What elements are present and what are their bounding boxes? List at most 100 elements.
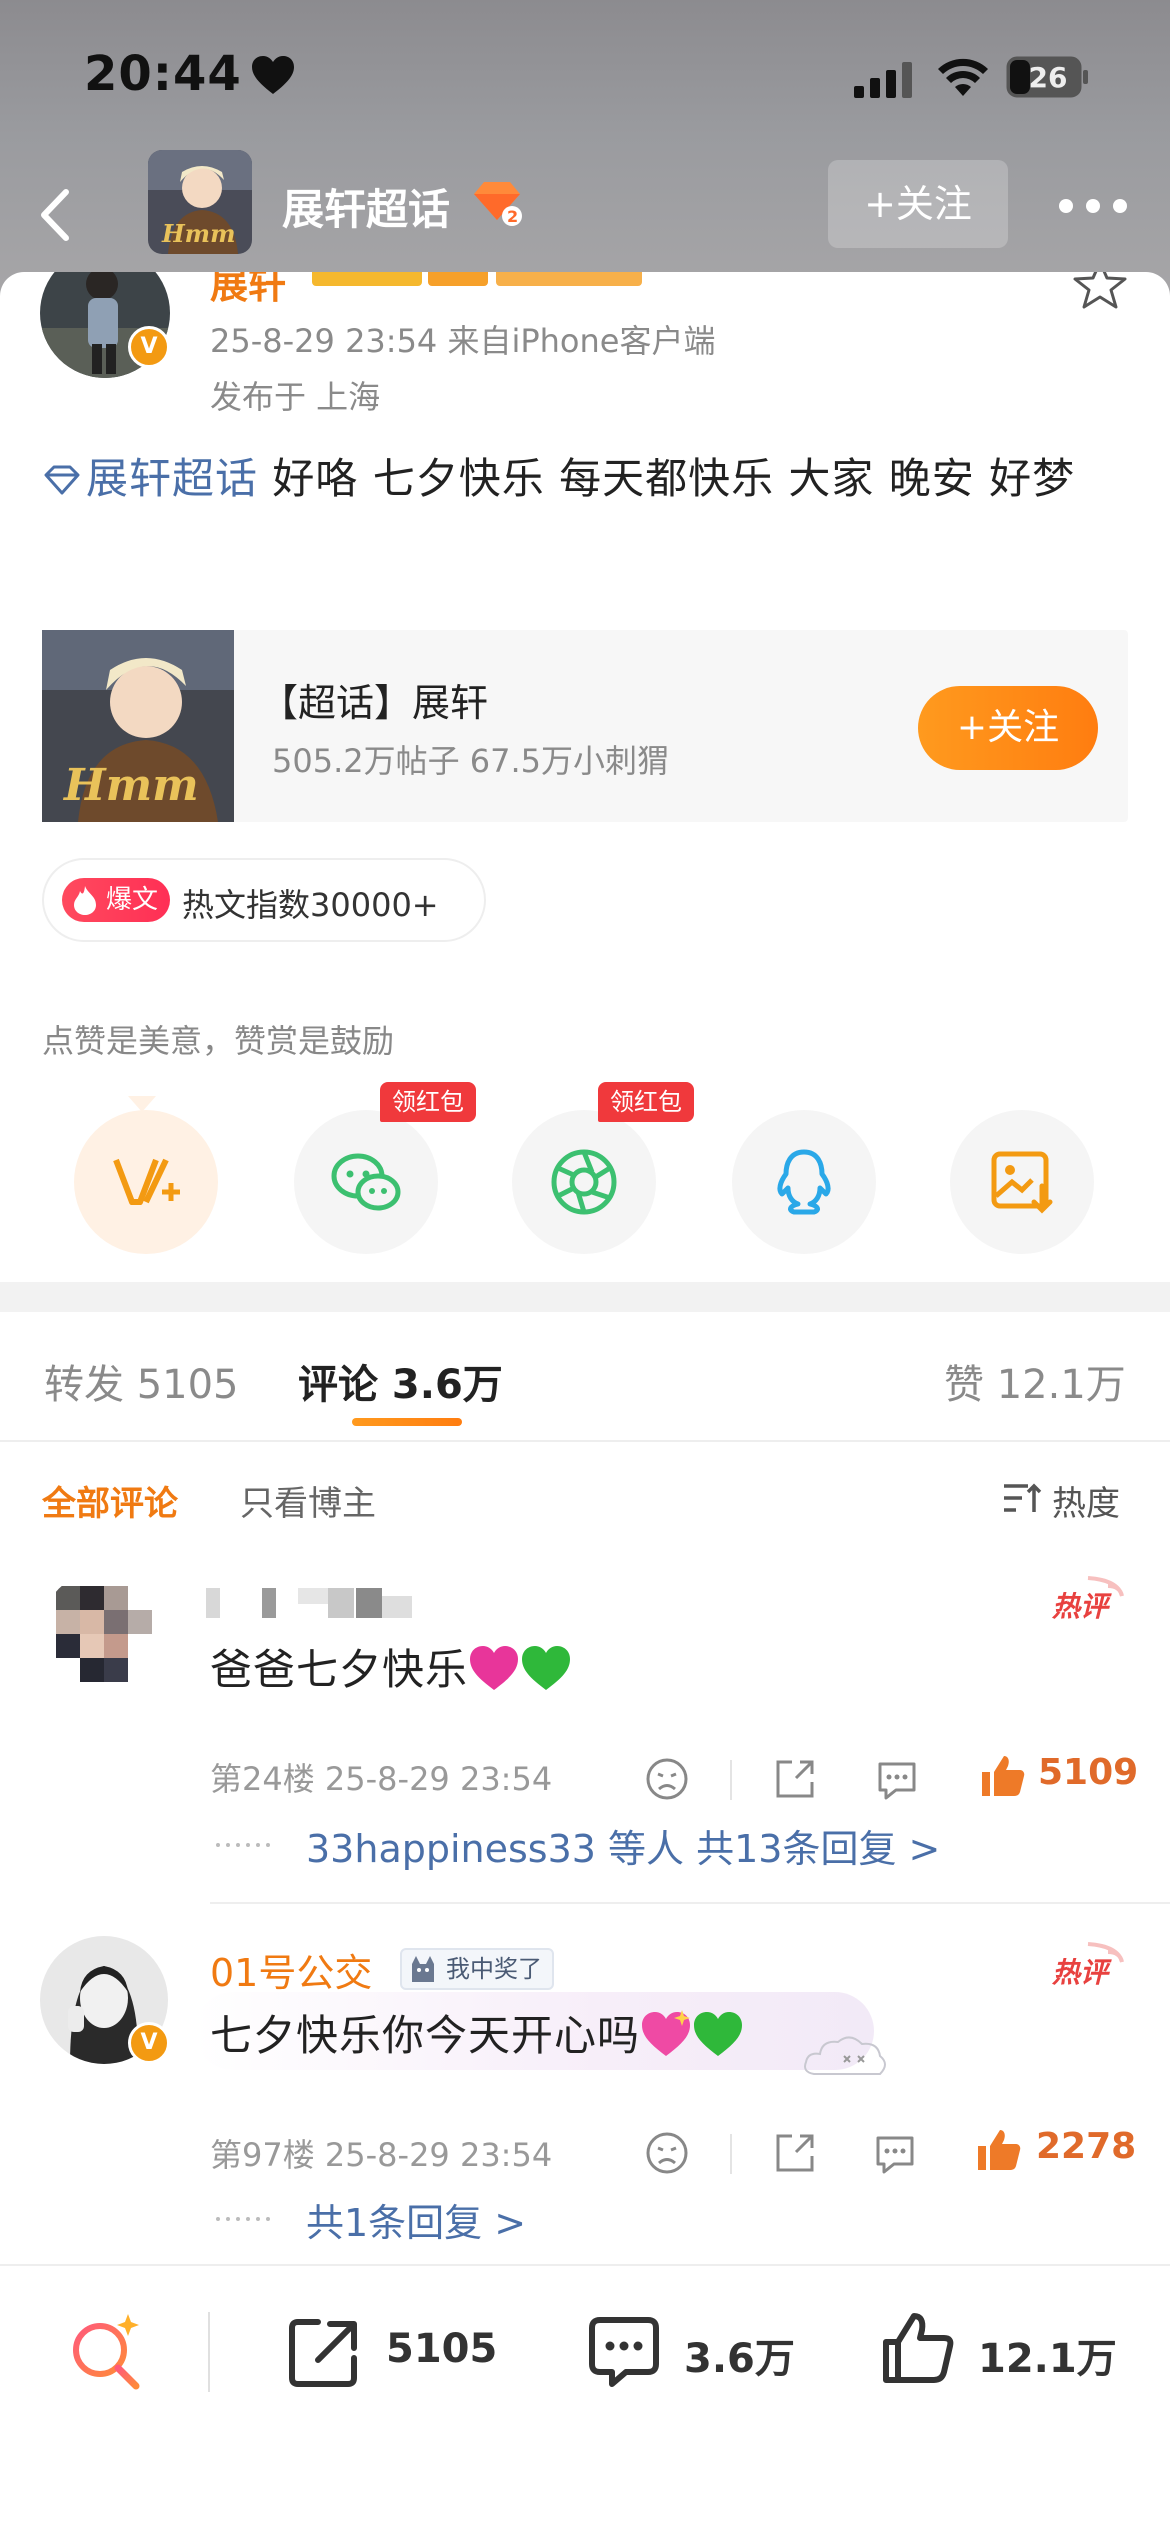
reply-dots <box>216 1843 270 1847</box>
share-wechat-button[interactable] <box>294 1110 438 1254</box>
signal-icon <box>854 62 912 98</box>
topic-link[interactable]: 展轩超话 <box>42 454 258 503</box>
status-time: 20:44 <box>84 46 242 102</box>
tab-active-indicator <box>352 1418 462 1426</box>
comment-meta: 第24楼 25-8-29 23:54 <box>210 1760 553 1798</box>
reply-comment-icon[interactable] <box>872 2130 918 2176</box>
dislike-face-icon[interactable] <box>644 1756 690 1802</box>
hot-index-text: 热文指数30000+ <box>182 886 439 924</box>
pink-heart-emoji-icon <box>470 1646 519 1690</box>
comment-replies-link[interactable]: 共1条回复 > <box>306 2192 526 2247</box>
qq-penguin-icon <box>777 1149 831 1215</box>
sort-icon[interactable] <box>1002 1482 1042 1516</box>
comment-meta: 第97楼 25-8-29 23:54 <box>210 2136 553 2174</box>
comment-text: 七夕快乐你今天开心吗 <box>210 2002 744 2063</box>
post-location: 发布于 上海 <box>210 378 381 416</box>
bottom-comment-count[interactable]: 3.6万 <box>684 2326 795 2384</box>
post-card: V 展轩 25-8-29 23:54 来自iPhone客户端 发布于 上海 展轩… <box>0 272 1170 2532</box>
share-qq-button[interactable] <box>732 1110 876 1254</box>
bottom-repost-count[interactable]: 5105 <box>386 2326 497 2372</box>
bottom-action-bar: 5105 3.6万 12.1万 <box>0 2264 1170 2532</box>
comment-bubble-icon[interactable] <box>586 2314 662 2390</box>
share-comment-icon[interactable] <box>772 1756 818 1802</box>
diamond-icon <box>44 465 80 495</box>
share-moments-button[interactable] <box>512 1110 656 1254</box>
svg-text:热评: 热评 <box>1051 1956 1112 1989</box>
comment-replies-link[interactable]: 33happiness33 等人 共13条回复 > <box>306 1818 940 1873</box>
wifi-icon <box>938 58 988 96</box>
top-nav: Hmm 展轩超话 2 +关注 <box>0 150 1170 280</box>
repost-icon[interactable] <box>286 2314 362 2390</box>
topic-avatar[interactable]: Hmm <box>148 150 252 254</box>
bottom-separator <box>208 2312 210 2392</box>
commenter-badge-label: 我中奖了 <box>446 1955 542 1983</box>
share-row: 领红包 领红包 <box>0 1082 1170 1254</box>
topic-card[interactable]: Hmm 【超话】展轩 505.2万帖子 67.5万小刺猬 +关注 <box>42 630 1128 822</box>
cat-badge-icon <box>412 1956 434 1982</box>
flame-icon <box>74 886 96 915</box>
more-options-icon[interactable] <box>1058 196 1128 216</box>
favorite-star-icon[interactable] <box>1070 272 1130 310</box>
dislike-face-icon[interactable] <box>644 2130 690 2176</box>
svg-text:2: 2 <box>507 207 518 226</box>
topic-follow-button[interactable]: +关注 <box>918 686 1098 770</box>
green-heart-emoji-icon <box>694 2012 743 2056</box>
action-separator <box>730 1760 732 1800</box>
author-name[interactable]: 展轩 <box>210 272 286 309</box>
reply-users: 33happiness33 <box>306 1827 596 1871</box>
post-body: 好咯 七夕快乐 每天都快乐 大家 晚安 好梦 <box>258 454 1076 503</box>
comment-separator <box>210 1902 1170 1904</box>
hot-comment-tag: 热评 <box>1051 1576 1124 1623</box>
comment-text-body: 爸爸七夕快乐 <box>210 1645 469 1694</box>
tab-comment[interactable]: 评论 3.6万 <box>298 1352 503 1410</box>
nav-title: 展轩超话 <box>282 185 451 234</box>
filter-all-comments[interactable]: 全部评论 <box>42 1476 178 1525</box>
topic-card-title: 【超话】展轩 <box>260 681 489 725</box>
save-image-icon <box>991 1151 1053 1214</box>
topic-link-label: 展轩超话 <box>86 454 259 503</box>
share-comment-icon[interactable] <box>772 2130 818 2176</box>
status-bar: 20:44 26 <box>0 0 1170 150</box>
red-packet-tag: 领红包 <box>380 1082 476 1122</box>
blurred-username <box>206 1588 412 1618</box>
hot-badge-label: 爆文 <box>106 885 159 915</box>
moments-aperture-icon <box>551 1149 617 1215</box>
search-sparkle-icon[interactable] <box>66 2310 146 2390</box>
hot-index-pill[interactable]: 爆文 热文指数30000+ <box>42 858 486 942</box>
reply-comment-icon[interactable] <box>874 1756 920 1802</box>
wechat-icon <box>331 1153 401 1211</box>
hot-badge: 爆文 <box>62 878 170 922</box>
nav-follow-button[interactable]: +关注 <box>828 160 1008 248</box>
commenter-name[interactable]: 01号公交 <box>210 1942 372 1997</box>
like-icon[interactable] <box>880 2310 956 2386</box>
save-image-button[interactable] <box>950 1110 1094 1254</box>
heart-icon <box>252 56 294 94</box>
green-heart-emoji-icon <box>522 1646 571 1690</box>
comment-text: 爸爸七夕快乐 <box>210 1636 572 1697</box>
reward-v-button[interactable] <box>74 1110 218 1254</box>
post-text: 展轩超话 好咯 七夕快乐 每天都快乐 大家 晚安 好梦 <box>42 444 1132 514</box>
reply-dots <box>216 2217 270 2221</box>
super-topic-gem-icon: 2 <box>474 182 522 226</box>
like-thumb-icon[interactable] <box>974 2126 1022 2174</box>
reply-count: 等人 共13条回复 > <box>595 1827 941 1871</box>
action-separator <box>730 2134 732 2174</box>
interaction-tabs: 转发 5105 评论 3.6万 赞 12.1万 <box>0 1312 1170 1442</box>
topic-thumbnail: Hmm <box>42 630 234 822</box>
sparkling-heart-emoji-icon <box>642 2010 691 2056</box>
sort-label[interactable]: 热度 <box>1052 1476 1120 1525</box>
post-time-source: 25-8-29 23:54 来自iPhone客户端 <box>210 322 716 360</box>
tab-like[interactable]: 赞 12.1万 <box>944 1352 1126 1410</box>
tab-repost[interactable]: 转发 5105 <box>44 1352 239 1410</box>
v-plus-icon <box>113 1158 180 1205</box>
like-thumb-icon[interactable] <box>978 1752 1026 1800</box>
filter-owner-only[interactable]: 只看博主 <box>240 1476 376 1525</box>
back-arrow-icon[interactable] <box>28 176 84 254</box>
verified-badge: V <box>128 2022 170 2064</box>
cloud-decoration-icon <box>804 2036 886 2075</box>
bottom-like-count[interactable]: 12.1万 <box>978 2326 1117 2384</box>
topic-card-stats: 505.2万帖子 67.5万小刺猬 <box>272 742 670 780</box>
commenter-avatar[interactable] <box>40 1570 168 1698</box>
svg-text:Hmm: Hmm <box>62 760 199 811</box>
comment-text-body: 七夕快乐你今天开心吗 <box>210 2011 641 2060</box>
